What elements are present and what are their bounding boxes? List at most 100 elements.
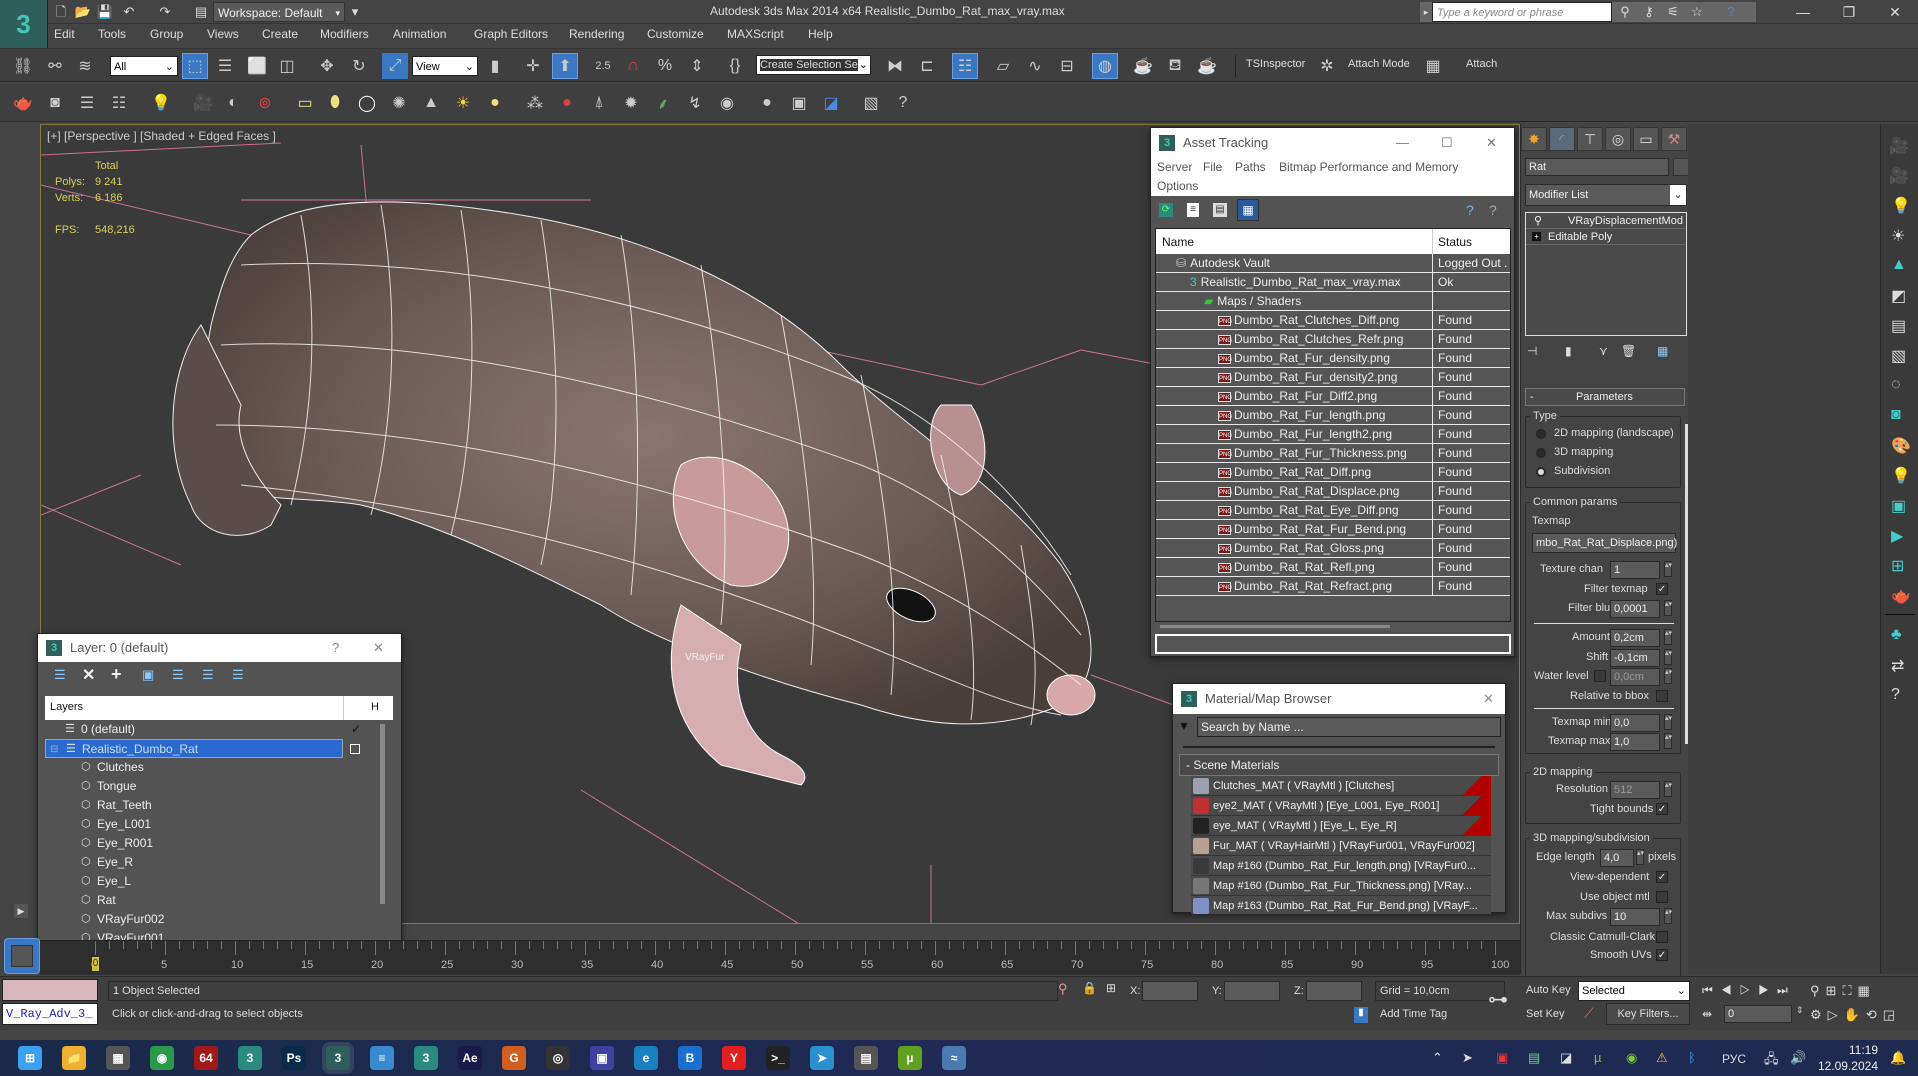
taskbar-widgets-icon[interactable]: ▦: [106, 1046, 130, 1070]
water-level-input[interactable]: 0,0cm: [1610, 668, 1660, 686]
amount-spinner[interactable]: ▴▾: [1664, 629, 1672, 645]
clock-time[interactable]: 11:19: [1822, 1043, 1878, 1057]
previous-frame-icon[interactable]: ◀: [1721, 983, 1740, 997]
vray-properties-icon[interactable]: ☷: [106, 90, 132, 116]
select-by-name-icon[interactable]: ☰: [212, 53, 238, 79]
column-layers[interactable]: Layers: [50, 701, 83, 713]
collapse-icon[interactable]: ⊟: [50, 740, 58, 759]
vray-sphere-light-icon[interactable]: ⬮: [322, 90, 348, 116]
selection-filter-dropdown[interactable]: All ⌄: [110, 56, 178, 76]
taskbar-photoshop-icon[interactable]: Ps: [282, 1046, 306, 1070]
select-manipulate-icon[interactable]: ✛: [520, 53, 546, 79]
menu-graph-editors[interactable]: Graph Editors: [474, 27, 548, 41]
max-subdivs-input[interactable]: 10: [1610, 908, 1660, 926]
menu-options[interactable]: Options: [1157, 179, 1198, 193]
resolution-spinner[interactable]: ▴▾: [1664, 781, 1672, 797]
z-coordinate-input[interactable]: [1306, 981, 1362, 1001]
asset-row[interactable]: ⛁ Autodesk Vault Logged Out ...: [1156, 254, 1510, 273]
material-item[interactable]: Fur_MAT ( VRayHairMtl ) [VRayFur001, VRa…: [1191, 836, 1491, 856]
asset-row[interactable]: PNG Dumbo_Rat_Rat_Gloss.png Found: [1156, 539, 1510, 558]
vray-proxy-icon[interactable]: ⁂: [522, 90, 548, 116]
menu-paths[interactable]: Paths: [1235, 160, 1266, 174]
taskbar-after-effects-icon[interactable]: Ae: [458, 1046, 482, 1070]
configure-modifier-sets-icon[interactable]: ▦: [1657, 344, 1668, 358]
texmap-button[interactable]: mbo_Rat_Rat_Displace.png): [1532, 533, 1677, 553]
vray-plane-icon[interactable]: ▭: [292, 90, 318, 116]
selection-lock-icon[interactable]: 🔒: [1082, 981, 1097, 995]
render-setup-icon[interactable]: ☕: [1130, 53, 1156, 79]
material-item[interactable]: Clutches_MAT ( VRayMtl ) [Clutches]: [1191, 776, 1491, 796]
teapot-icon[interactable]: 🫖: [10, 90, 36, 116]
material-library-icon[interactable]: ◙: [1891, 406, 1901, 424]
taskbar-notepad-icon[interactable]: ≡: [370, 1046, 394, 1070]
edge-length-spinner[interactable]: ▴▾: [1636, 849, 1644, 865]
defender-warning-icon[interactable]: ⚠: [1656, 1050, 1668, 1066]
pivot-center-icon[interactable]: ▮: [482, 53, 508, 79]
highlight-layer-icon[interactable]: ☰: [172, 667, 184, 683]
vray-mesh-light-icon[interactable]: ✺: [386, 90, 412, 116]
asset-row[interactable]: PNG Dumbo_Rat_Rat_Displace.png Found: [1156, 482, 1510, 501]
maximize-viewport-icon[interactable]: ◲: [1883, 1007, 1901, 1022]
object-name-field[interactable]: Rat: [1525, 158, 1669, 176]
set-key-icon[interactable]: ⊶: [1488, 987, 1508, 1012]
add-to-layer-icon[interactable]: +: [111, 664, 122, 685]
pin-stack-icon[interactable]: ⊣: [1527, 344, 1537, 358]
menu-modifiers[interactable]: Modifiers: [320, 27, 369, 41]
snaps-toggle-icon[interactable]: 2.5: [590, 53, 616, 79]
menu-animation[interactable]: Animation: [393, 27, 446, 41]
help-search-input[interactable]: Type a keyword or phrase: [1432, 2, 1612, 22]
expand-arrow-icon[interactable]: ▶: [14, 904, 28, 918]
time-slider-handle[interactable]: 0: [92, 957, 99, 971]
tray-red-app-icon[interactable]: ▣: [1496, 1050, 1508, 1066]
layer-object-item[interactable]: ⬡ Eye_R001: [45, 834, 393, 853]
taskbar-b-app-icon[interactable]: B: [678, 1046, 702, 1070]
tray-chevron-icon[interactable]: ⌃: [1432, 1050, 1443, 1066]
vray-mtl-icon[interactable]: ◉: [714, 90, 740, 116]
pan-hand-icon[interactable]: ✋: [1844, 1007, 1866, 1022]
asset-row[interactable]: PNG Dumbo_Rat_Fur_Thickness.png Found: [1156, 444, 1510, 463]
save-icon[interactable]: 💾: [96, 3, 114, 21]
tree-swap-icon[interactable]: ⇄: [1891, 656, 1904, 676]
play-icon[interactable]: ▷: [1740, 983, 1759, 997]
menu-help[interactable]: Help: [808, 27, 833, 41]
open-file-icon[interactable]: 📂: [74, 3, 92, 21]
asset-row[interactable]: PNG Dumbo_Rat_Clutches_Refr.png Found: [1156, 330, 1510, 349]
layer-object-item[interactable]: ⬡ Rat_Teeth: [45, 796, 393, 815]
maximize-button[interactable]: ☐: [1441, 128, 1453, 158]
network-monitor-tray-icon[interactable]: ▤: [1528, 1050, 1540, 1066]
vray-clipper-icon[interactable]: ⍋: [586, 90, 612, 116]
mirror-icon[interactable]: ⧓: [882, 53, 908, 79]
remove-modifier-icon[interactable]: 🗑: [1621, 344, 1636, 358]
select-objects-in-layer-icon[interactable]: ▣: [142, 667, 154, 683]
light-bulb-icon[interactable]: ⚲: [1534, 213, 1542, 229]
asset-row[interactable]: ▰ Maps / Shaders: [1156, 292, 1510, 311]
reference-coordinate-dropdown[interactable]: View ⌄: [412, 56, 478, 76]
time-config-icon[interactable]: ⚙: [1810, 1007, 1828, 1022]
camera-add-icon[interactable]: 🎥: [1889, 166, 1909, 186]
shift-input[interactable]: -0,1cm: [1610, 649, 1660, 667]
catmull-clark-checkbox[interactable]: [1656, 931, 1668, 943]
communication-center-icon[interactable]: ⚟: [1664, 4, 1682, 20]
modify-tab-icon[interactable]: ◜: [1549, 127, 1575, 151]
menu-bitmap-performance[interactable]: Bitmap Performance and Memory: [1279, 160, 1458, 174]
search-expand-icon[interactable]: ▸: [1420, 2, 1432, 22]
asset-row[interactable]: PNG Dumbo_Rat_Fur_density.png Found: [1156, 349, 1510, 368]
menu-edit[interactable]: Edit: [54, 27, 75, 41]
orbit-icon[interactable]: ⟲: [1866, 1007, 1883, 1022]
link-icon[interactable]: ⛓: [10, 53, 36, 79]
attach-mode-icon[interactable]: ✲: [1314, 53, 1340, 79]
render-icon[interactable]: ●: [754, 90, 780, 116]
menu-rendering[interactable]: Rendering: [569, 27, 624, 41]
tsinspector-button[interactable]: TSInspector: [1246, 58, 1305, 70]
nvidia-tray-icon[interactable]: ◉: [1626, 1050, 1637, 1066]
use-object-mtl-checkbox[interactable]: [1656, 891, 1668, 903]
palette-icon[interactable]: 🎨: [1891, 436, 1911, 456]
render-play-icon[interactable]: ▶: [1891, 526, 1903, 546]
key-mode-dropdown[interactable]: Selected ⌄: [1578, 981, 1690, 1001]
material-item[interactable]: Map #160 (Dumbo_Rat_Fur_Thickness.png) […: [1191, 876, 1491, 896]
zoom-icon[interactable]: ⚲: [1810, 983, 1826, 998]
asset-row[interactable]: PNG Dumbo_Rat_Rat_Refl.png Found: [1156, 558, 1510, 577]
taskbar-edge-icon[interactable]: e: [634, 1046, 658, 1070]
scale-icon[interactable]: ⤢: [382, 53, 408, 79]
motion-tab-icon[interactable]: ◎: [1605, 127, 1631, 151]
